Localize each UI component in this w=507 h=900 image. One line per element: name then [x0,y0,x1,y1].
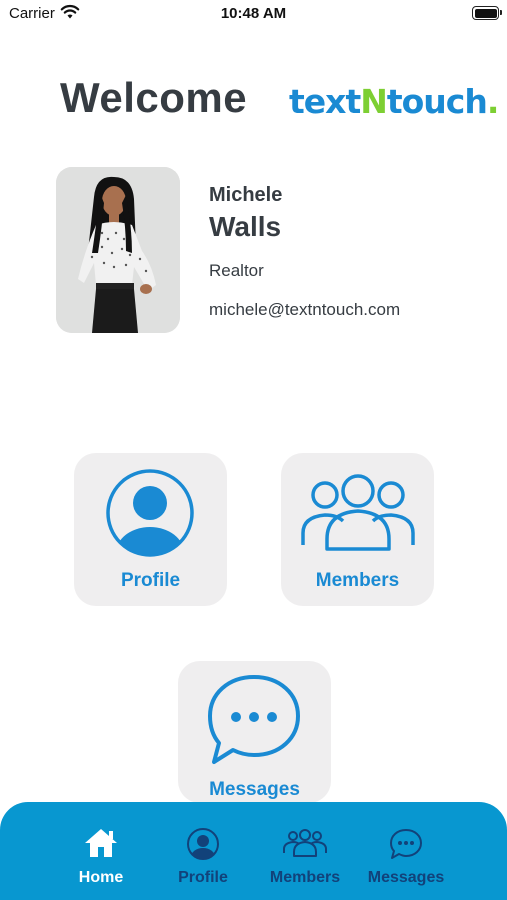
clock: 10:48 AM [220,5,287,22]
messages-icon [208,675,300,764]
tab-profile[interactable]: Profile [153,802,253,900]
members-icon [283,829,327,857]
members-tile-label: Members [315,570,400,591]
messages-icon [390,829,422,859]
tab-home[interactable]: Home [51,802,151,900]
profile-tile-label: Profile [120,570,181,591]
user-email: michele@textntouch.com [209,300,401,319]
home-icon [85,829,117,857]
welcome-title: Welcome [60,74,248,121]
members-tile-button[interactable]: Members [281,453,434,606]
members-icon [301,474,415,551]
avatar-photo [56,167,180,333]
profile-tile-button[interactable]: Profile [74,453,227,606]
tab-home-label: Home [78,869,124,886]
textntouch-logo: textNtouch. [289,82,499,121]
battery-icon [472,6,502,20]
tab-members[interactable]: Members [255,802,355,900]
profile-icon [106,469,194,557]
user-last-name: Walls [209,211,282,242]
status-bar: Carrier 10:48 AM [0,0,507,28]
tab-messages[interactable]: Messages [356,802,456,900]
profile-icon [187,828,219,860]
user-first-name: Michele [209,184,283,206]
messages-tile-label: Messages [209,779,300,800]
avatar [56,167,180,333]
bottom-tab-bar: Home Profile Members Messages [0,802,507,900]
tab-members-label: Members [269,869,341,886]
tab-messages-label: Messages [367,869,445,886]
tab-profile-label: Profile [178,869,228,886]
messages-tile-button[interactable]: Messages [178,661,331,803]
user-role: Realtor [209,261,264,280]
